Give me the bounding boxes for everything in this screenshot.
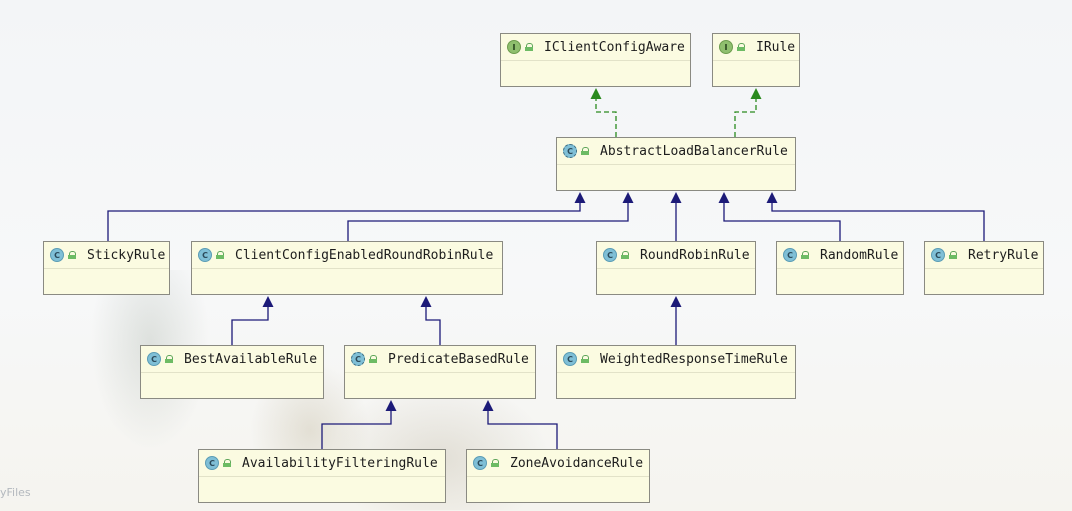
interface-icon: I [719, 40, 733, 54]
class-node-retryrule[interactable]: C RetryRule [924, 241, 1044, 295]
class-node-header: C BestAvailableRule [141, 346, 323, 373]
class-node-abstractloadbalancerrule[interactable]: C AbstractLoadBalancerRule [556, 137, 796, 191]
edge-line [425, 306, 441, 345]
edge-line [723, 202, 841, 241]
edge-arrowhead [482, 400, 494, 411]
class-node-header: C WeightedResponseTimeRule [557, 346, 795, 373]
edge-extends-availabilityfilteringrule-to-predicatebasedrule [321, 400, 397, 449]
class-node-availabilityfilteringrule[interactable]: C AvailabilityFilteringRule [198, 449, 446, 503]
edge-implements-abstractloadbalancerrule-to-iclientconfigaware [590, 88, 617, 137]
class-node-weightedresponsetimerule[interactable]: C WeightedResponseTimeRule [556, 345, 796, 399]
edge-extends-retryrule-to-abstractloadbalancerrule [766, 192, 985, 241]
edge-extends-randomrule-to-abstractloadbalancerrule [718, 192, 841, 241]
edge-arrowhead [670, 296, 682, 307]
class-name-label: StickyRule [87, 247, 166, 263]
class-node-randomrule[interactable]: C RandomRule [776, 241, 904, 295]
edge-arrowhead [670, 192, 682, 203]
edge-line [487, 410, 558, 449]
class-icon: C [198, 248, 212, 262]
class-node-header: C StickyRule [44, 242, 169, 269]
class-node-header: C ZoneAvoidanceRule [467, 450, 649, 477]
class-node-clientconfigenabledroundrobinrule[interactable]: C ClientConfigEnabledRoundRobinRule [191, 241, 503, 295]
abstract-class-icon: C [563, 144, 577, 158]
edge-extends-clientconfigenabledroundrobinrule-to-abstractloadbalancerrule [347, 192, 634, 241]
class-name-label: RoundRobinRule [640, 247, 750, 263]
class-icon: C [931, 248, 945, 262]
edge-arrowhead [262, 296, 274, 307]
public-lock-icon [491, 459, 500, 467]
class-icon: C [147, 352, 161, 366]
public-lock-icon [949, 251, 958, 259]
class-name-label: ZoneAvoidanceRule [510, 455, 644, 471]
class-name-label: AvailabilityFilteringRule [242, 455, 438, 471]
class-name-label: PredicateBasedRule [388, 351, 529, 367]
class-node-header: C AvailabilityFilteringRule [199, 450, 445, 477]
class-node-header: I IRule [713, 34, 799, 61]
edge-line [231, 306, 269, 345]
edge-arrowhead [574, 192, 586, 203]
class-node-header: C PredicateBasedRule [345, 346, 535, 373]
class-node-predicatebasedrule[interactable]: C PredicateBasedRule [344, 345, 536, 399]
watermark-text: yFiles [0, 486, 31, 499]
public-lock-icon [581, 147, 590, 155]
class-name-label: IClientConfigAware [544, 39, 685, 55]
edge-arrowhead [385, 400, 397, 411]
class-node-header: I IClientConfigAware [501, 34, 690, 61]
edge-arrowhead [420, 296, 432, 307]
class-name-label: IRule [756, 39, 796, 55]
class-icon: C [473, 456, 487, 470]
class-icon: C [783, 248, 797, 262]
edge-line [347, 202, 629, 241]
class-icon: C [205, 456, 219, 470]
edge-extends-roundrobinrule-to-abstractloadbalancerrule [670, 192, 682, 241]
edge-arrowhead [622, 192, 634, 203]
class-name-label: RetryRule [968, 247, 1039, 263]
edge-extends-stickyrule-to-abstractloadbalancerrule [107, 192, 586, 241]
class-name-label: RandomRule [820, 247, 899, 263]
class-node-header: C ClientConfigEnabledRoundRobinRule [192, 242, 502, 269]
public-lock-icon [165, 355, 174, 363]
edge-arrowhead [718, 192, 730, 203]
edge-extends-predicatebasedrule-to-clientconfigenabledroundrobinrule [420, 296, 441, 345]
edge-arrowhead [750, 88, 762, 99]
class-name-label: BestAvailableRule [184, 351, 318, 367]
class-node-header: C RetryRule [925, 242, 1043, 269]
public-lock-icon [223, 459, 232, 467]
public-lock-icon [801, 251, 810, 259]
class-node-header: C AbstractLoadBalancerRule [557, 138, 795, 165]
public-lock-icon [737, 43, 746, 51]
class-node-roundrobinrule[interactable]: C RoundRobinRule [596, 241, 756, 295]
class-node-irule[interactable]: I IRule [712, 33, 800, 87]
edge-arrowhead [766, 192, 778, 203]
abstract-class-icon: C [351, 352, 365, 366]
class-icon: C [50, 248, 64, 262]
class-icon: C [603, 248, 617, 262]
edge-line [734, 98, 757, 137]
class-node-bestavailablerule[interactable]: C BestAvailableRule [140, 345, 324, 399]
edge-line [321, 410, 392, 449]
edge-extends-weightedresponsetimerule-to-roundrobinrule [670, 296, 682, 345]
class-node-header: C RoundRobinRule [597, 242, 755, 269]
interface-icon: I [507, 40, 521, 54]
public-lock-icon [621, 251, 630, 259]
class-node-iclientconfigaware[interactable]: I IClientConfigAware [500, 33, 691, 87]
public-lock-icon [581, 355, 590, 363]
edge-line [595, 98, 617, 137]
edge-arrowhead [590, 88, 602, 99]
class-node-stickyrule[interactable]: C StickyRule [43, 241, 170, 295]
class-node-zoneavoidancerule[interactable]: C ZoneAvoidanceRule [466, 449, 650, 503]
public-lock-icon [216, 251, 225, 259]
class-name-label: ClientConfigEnabledRoundRobinRule [235, 247, 494, 263]
edge-implements-abstractloadbalancerrule-to-irule [734, 88, 762, 137]
class-name-label: WeightedResponseTimeRule [600, 351, 788, 367]
public-lock-icon [525, 43, 534, 51]
uml-class-diagram: I IClientConfigAware I IRule C AbstractLoadBa… [0, 0, 1072, 511]
public-lock-icon [68, 251, 77, 259]
public-lock-icon [369, 355, 378, 363]
edge-extends-zoneavoidancerule-to-predicatebasedrule [482, 400, 558, 449]
class-name-label: AbstractLoadBalancerRule [600, 143, 788, 159]
class-icon: C [563, 352, 577, 366]
edge-extends-bestavailablerule-to-clientconfigenabledroundrobinrule [231, 296, 274, 345]
class-node-header: C RandomRule [777, 242, 903, 269]
